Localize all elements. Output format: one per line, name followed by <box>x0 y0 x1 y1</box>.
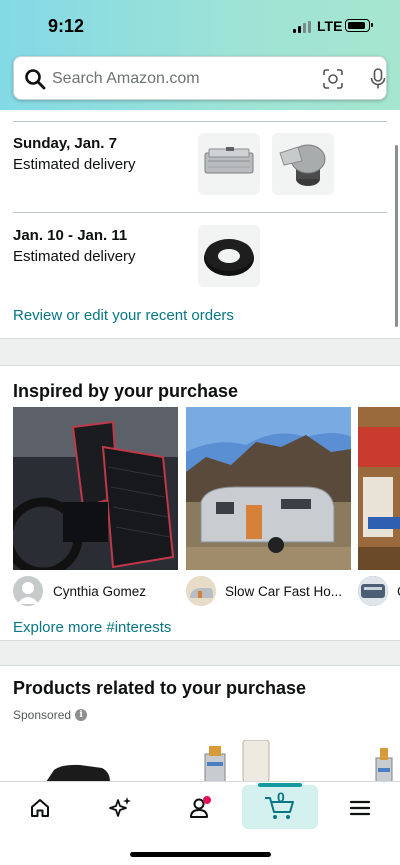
microphone-icon[interactable] <box>368 67 388 91</box>
battery-icon <box>345 19 373 32</box>
active-tab-indicator <box>258 783 302 787</box>
header: 9:12 LTE Search Amazon.com <box>0 0 400 110</box>
signal-icon <box>293 21 311 33</box>
menu-tab[interactable] <box>340 792 380 824</box>
fuel-cap-image <box>279 144 326 186</box>
cart-tab[interactable]: 0 <box>260 789 300 824</box>
section-separator <box>0 640 400 666</box>
search-icon <box>25 69 46 90</box>
sponsored-label[interactable]: Sponsored i <box>13 708 88 722</box>
channel-avatar-icon <box>358 576 388 606</box>
divider <box>13 121 387 122</box>
product-thumbnail[interactable] <box>198 225 260 287</box>
review-orders-link[interactable]: Review or edit your recent orders <box>13 307 234 324</box>
avatar[interactable] <box>358 576 388 606</box>
cart-count: 0 <box>277 789 285 805</box>
delivery-label: Estimated delivery <box>13 248 136 265</box>
delivery-date: Sunday, Jan. 7 <box>13 135 117 152</box>
ai-tab[interactable] <box>100 792 140 824</box>
product-thumbnail[interactable] <box>272 133 334 195</box>
fuel-tank-image <box>204 147 254 174</box>
home-icon <box>31 799 49 817</box>
delivery-label: Estimated delivery <box>13 156 136 173</box>
search-input[interactable]: Search Amazon.com <box>52 70 200 88</box>
avatar[interactable] <box>13 576 43 606</box>
sponsored-text: Sponsored <box>13 708 72 722</box>
product-image[interactable] <box>40 760 120 782</box>
account-tab[interactable] <box>180 792 220 824</box>
inspired-title: Inspired by your purchase <box>13 381 239 401</box>
airstream-trailer-image <box>186 407 351 570</box>
section-separator <box>0 338 400 366</box>
home-indicator[interactable] <box>130 852 271 857</box>
scrollbar[interactable] <box>395 145 398 327</box>
search-bar[interactable]: Search Amazon.com <box>13 56 387 100</box>
clock: 9:12 <box>48 16 85 36</box>
post-author[interactable]: Cynthia Gomez <box>53 584 146 599</box>
post-card[interactable] <box>13 407 178 570</box>
menu-icon <box>349 800 371 816</box>
camera-scan-icon[interactable] <box>322 68 344 90</box>
status-bar: 9:12 LTE <box>0 14 400 40</box>
default-avatar-icon <box>17 582 39 604</box>
home-tab[interactable] <box>20 792 60 824</box>
post-author[interactable]: Slow Car Fast Ho... <box>225 584 342 599</box>
post-card[interactable] <box>186 407 351 570</box>
product-image[interactable] <box>368 744 398 782</box>
car-seat-image <box>13 407 178 570</box>
sparkle-icon <box>109 797 131 817</box>
product-image[interactable] <box>195 740 275 782</box>
account-icon <box>190 796 211 818</box>
rubber-grommet-image <box>204 239 254 276</box>
network-type: LTE <box>317 18 343 34</box>
explore-interests-link[interactable]: Explore more #interests <box>13 619 171 636</box>
product-thumbnail[interactable] <box>198 133 260 195</box>
workshop-image <box>358 407 400 570</box>
delivery-date: Jan. 10 - Jan. 11 <box>13 227 128 244</box>
avatar[interactable] <box>186 576 216 606</box>
divider <box>13 212 387 213</box>
info-icon[interactable]: i <box>75 709 88 721</box>
related-title: Products related to your purchase <box>13 678 307 698</box>
post-card[interactable] <box>358 407 400 570</box>
trailer-avatar-icon <box>186 576 216 606</box>
